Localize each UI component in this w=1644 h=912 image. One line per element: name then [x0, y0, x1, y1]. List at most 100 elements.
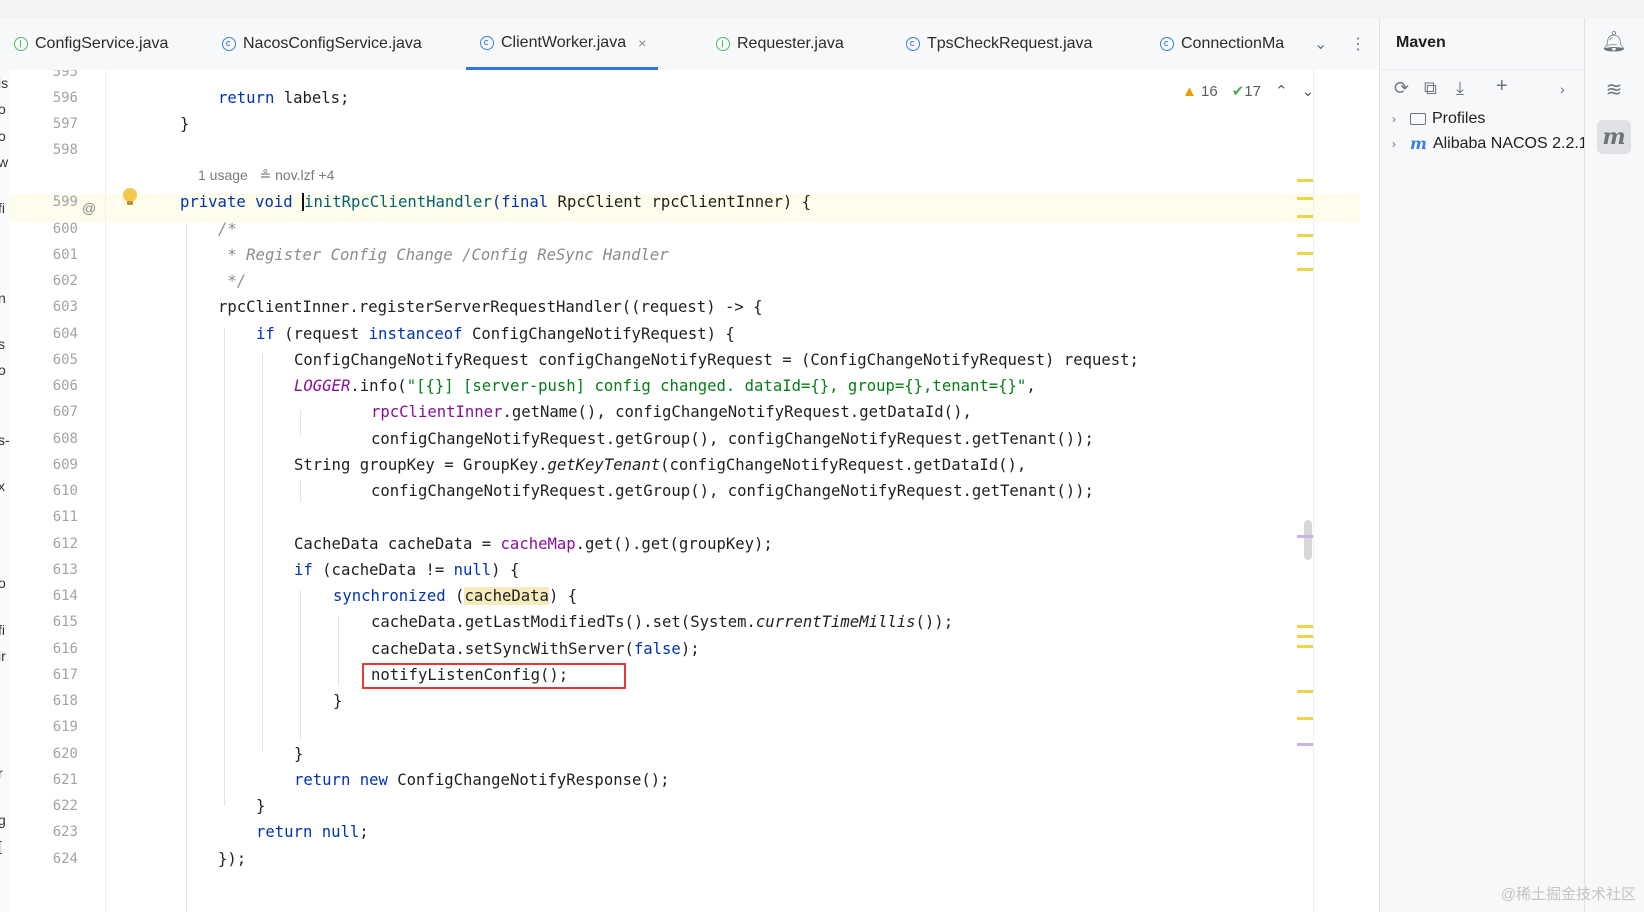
right-tool-strip: 🔔︎ ≋ m: [1584, 18, 1644, 912]
code-text: ,: [1026, 377, 1036, 395]
code-text: cacheData.setSyncWithServer(: [371, 640, 634, 658]
tab-label: ConnectionMa: [1181, 35, 1285, 52]
download-icon[interactable]: ⤓: [1456, 78, 1464, 99]
maven-m-icon[interactable]: m: [1597, 120, 1631, 154]
highlighted-identifier: cacheData: [464, 587, 549, 605]
tab-connectionmanager[interactable]: ConnectionMa: [1160, 18, 1300, 70]
tab-label: TpsCheckRequest.java: [927, 35, 1093, 52]
maven-tree-item-profiles[interactable]: › Profiles: [1392, 110, 1485, 128]
maven-tool-window: Maven ⟳ ⧉ ⤓ + › › Profiles › m Alibaba N…: [1379, 18, 1588, 912]
code-line: 618 }: [10, 687, 1350, 715]
usage-inlay-hint[interactable]: 1 usage ≗ nov.lzf +4: [198, 167, 334, 184]
line-number: 618: [52, 693, 78, 709]
tab-configservice[interactable]: ConfigService.java: [14, 18, 168, 70]
field-name: rpcClientInner: [371, 403, 503, 421]
line-number: 602: [52, 273, 78, 289]
tree-item-label: Alibaba NACOS 2.2.1: [1432, 134, 1588, 152]
warning-marker[interactable]: [1297, 179, 1313, 182]
class-icon: [480, 35, 494, 50]
code-text: );: [680, 640, 700, 658]
code-line: 616 cacheData.setSyncWithServer(false);: [10, 635, 1350, 663]
keyword: null: [453, 561, 492, 579]
code-text: cacheData.getLastModifiedTs().set(System…: [371, 613, 756, 631]
code-line: 604 if (request instanceof ConfigChangeN…: [10, 320, 1350, 348]
code-line: 597 }: [10, 110, 1350, 138]
chevron-right-icon[interactable]: ›: [1392, 112, 1410, 126]
code-text: configChangeNotifyRequest.getGroup(), co…: [371, 430, 1094, 448]
reimport-folder-icon[interactable]: ⧉: [1424, 78, 1437, 99]
more-tools-chevron-icon[interactable]: ›: [1560, 81, 1565, 97]
line-number: 603: [52, 299, 78, 315]
line-number: 611: [52, 509, 78, 525]
field-name: LOGGER: [294, 377, 351, 395]
code-text: .get().get(groupKey);: [575, 535, 773, 553]
code-line: 609 String groupKey = GroupKey.getKeyTen…: [10, 451, 1350, 479]
line-number: 605: [52, 352, 78, 368]
chevron-right-icon[interactable]: ›: [1392, 137, 1410, 151]
line-number: 604: [52, 326, 78, 342]
tree-item-label: Profiles: [1432, 110, 1486, 127]
class-icon: [906, 37, 920, 51]
code-line: 614 synchronized (cacheData) {: [10, 582, 1350, 610]
code-editor[interactable]: ▲ 16 ✔17 ⌃ ⌄ @ 1 usage ≗ nov.lzf +4 595 …: [10, 70, 1378, 912]
keyword: return: [256, 823, 313, 841]
line-number: 608: [52, 431, 78, 447]
window-top-strip: [0, 0, 1644, 19]
tab-nacosconfigservice[interactable]: NacosConfigService.java: [222, 18, 422, 70]
code-line: 596 return labels;: [10, 84, 1350, 112]
line-number: 622: [52, 798, 78, 814]
code-text: }: [333, 692, 343, 710]
panel-fragment: fi: [0, 622, 5, 638]
code-line: 623 return null;: [10, 818, 1350, 846]
code-text: ) {: [491, 561, 520, 579]
add-icon[interactable]: +: [1496, 75, 1508, 98]
comment: */: [218, 272, 247, 290]
class-icon: [222, 37, 236, 51]
keyword: instanceof: [368, 325, 463, 343]
close-tab-icon[interactable]: ×: [638, 35, 646, 51]
tab-requester[interactable]: Requester.java: [716, 18, 844, 70]
tab-tpscheckrequest[interactable]: TpsCheckRequest.java: [906, 18, 1092, 70]
code-line: 610 configChangeNotifyRequest.getGroup()…: [10, 477, 1350, 505]
tab-list-chevron-icon[interactable]: ⌄: [1314, 18, 1327, 70]
tab-clientworker[interactable]: ClientWorker.java ×: [466, 18, 659, 70]
code-text: }: [256, 797, 266, 815]
tab-label: ClientWorker.java: [501, 33, 627, 51]
string-literal: "[{}] [server-push] config changed. data…: [406, 377, 1027, 395]
highlight-annotation-box: [362, 663, 626, 689]
keyword: if: [256, 325, 275, 343]
panel-fragment: w: [0, 154, 8, 170]
keyword: if: [294, 561, 313, 579]
line-number: 607: [52, 404, 78, 420]
comment: /*: [218, 220, 237, 238]
code-text: configChangeNotifyRequest.getGroup(), co…: [371, 482, 1094, 500]
code-line: 608 configChangeNotifyRequest.getGroup()…: [10, 425, 1350, 453]
line-number: 615: [52, 614, 78, 630]
panel-fragment: is: [0, 75, 9, 91]
code-line: 600 /*: [10, 215, 1350, 243]
line-number: 610: [52, 483, 78, 499]
keyword: synchronized: [333, 587, 446, 605]
notifications-icon[interactable]: 🔔︎: [1597, 24, 1631, 58]
panel-fragment: s-: [0, 432, 10, 448]
database-icon[interactable]: ≋: [1597, 72, 1631, 106]
keyword: return: [218, 89, 275, 107]
comment: * Register Config Change /Config ReSync …: [218, 246, 669, 264]
line-number: 609: [52, 457, 78, 473]
reload-icon[interactable]: ⟳: [1394, 78, 1409, 99]
code-line: 624 });: [10, 845, 1350, 873]
maven-tree-item-project[interactable]: › m Alibaba NACOS 2.2.1: [1392, 134, 1588, 153]
code-text: rpcClientInner.registerServerRequestHand…: [218, 298, 763, 316]
line-number: 606: [52, 378, 78, 394]
code-line: 606 LOGGER.info("[{}] [server-push] conf…: [10, 372, 1350, 400]
maven-title: Maven: [1396, 34, 1446, 51]
line-number: 597: [52, 116, 78, 132]
line-number: 599: [52, 194, 78, 210]
code-line: 621 return new ConfigChangeNotifyRespons…: [10, 766, 1350, 794]
line-number: 623: [52, 824, 78, 840]
code-line: 622 }: [10, 792, 1350, 820]
code-line: 603 rpcClientInner.registerServerRequest…: [10, 293, 1350, 321]
code-text: });: [218, 850, 247, 868]
more-options-icon[interactable]: ⋮: [1350, 18, 1366, 70]
interface-icon: [14, 37, 28, 51]
